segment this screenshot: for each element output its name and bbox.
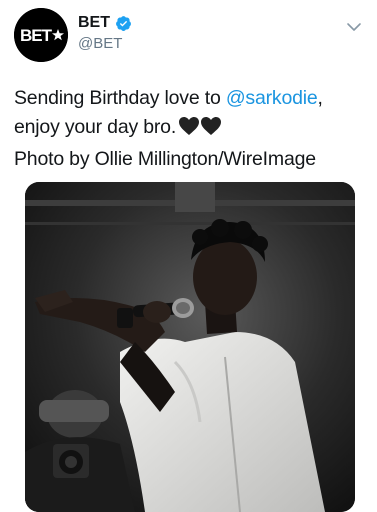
performer-photo-image xyxy=(25,182,355,512)
tweet-text-line-2: enjoy your day bro. xyxy=(14,113,366,145)
tweet-text: Sending Birthday love to @sarkodie, enjo… xyxy=(14,84,366,174)
avatar-text: BET xyxy=(20,26,53,45)
chevron-down-icon[interactable] xyxy=(345,18,363,36)
text-suffix: , xyxy=(317,87,323,109)
author-avatar[interactable]: BET xyxy=(14,8,68,62)
black-heart-emoji-icon xyxy=(178,116,222,145)
mention-link[interactable]: @sarkodie xyxy=(226,87,318,109)
tweet-text-line-3: Photo by Ollie Millington/WireImage xyxy=(14,148,316,170)
verified-badge-icon xyxy=(115,15,132,32)
text-prefix: Sending Birthday love to xyxy=(14,87,226,109)
author-display-name[interactable]: BET xyxy=(78,14,110,32)
bet-logo-icon: BET xyxy=(14,8,68,62)
tweet-card: BET BET @BET Sending Birthday love to @s… xyxy=(0,0,377,512)
tweet-photo[interactable] xyxy=(25,182,355,512)
tweet-text-line-1: Sending Birthday love to @sarkodie, xyxy=(14,84,366,113)
author-name-row: BET xyxy=(78,14,132,32)
text-line-2: enjoy your day bro. xyxy=(14,116,177,138)
author-handle[interactable]: @BET xyxy=(78,35,122,52)
